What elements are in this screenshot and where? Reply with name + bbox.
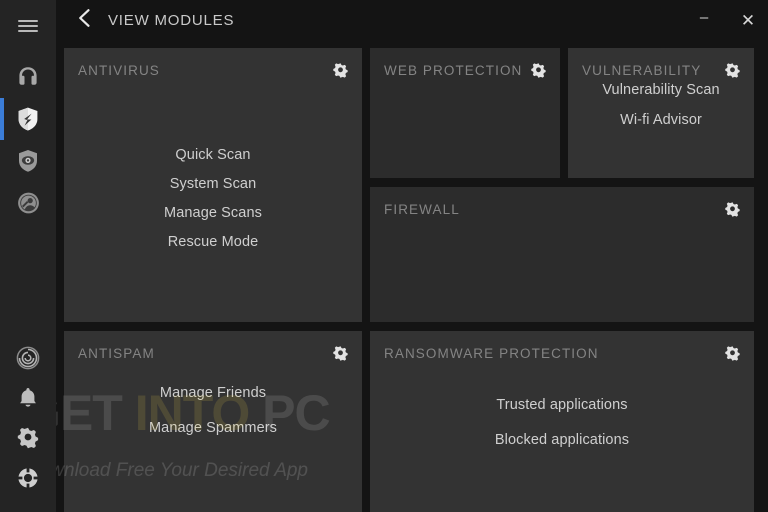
link-manage-spammers[interactable]: Manage Spammers xyxy=(149,420,277,436)
module-links: Vulnerability Scan Wi-fi Advisor xyxy=(568,48,754,178)
shield-eye-privacy-icon xyxy=(15,147,41,175)
sidebar-item-antivirus-shield[interactable] xyxy=(0,98,56,140)
window-controls: – ✕ xyxy=(682,0,768,40)
module-panel-web-protection[interactable]: WEB PROTECTION xyxy=(370,48,560,178)
chevron-left-icon xyxy=(75,8,93,33)
link-quick-scan[interactable]: Quick Scan xyxy=(175,147,250,163)
link-vulnerability-scan[interactable]: Vulnerability Scan xyxy=(602,82,719,98)
back-button[interactable] xyxy=(70,6,98,34)
link-manage-friends[interactable]: Manage Friends xyxy=(160,385,266,401)
gear-icon[interactable] xyxy=(527,59,549,81)
link-rescue-mode[interactable]: Rescue Mode xyxy=(168,234,259,250)
module-links: Quick Scan System Scan Manage Scans Resc… xyxy=(64,48,362,322)
module-links: Manage Friends Manage Spammers xyxy=(64,331,362,512)
link-system-scan[interactable]: System Scan xyxy=(170,176,257,192)
module-panel-vulnerability[interactable]: VULNERABILITY Vulnerability Scan Wi-fi A… xyxy=(568,48,754,178)
hamburger-line xyxy=(18,30,38,32)
sidebar-item-privacy-shield-eye[interactable] xyxy=(0,140,56,182)
sidebar-item-protection-headset[interactable] xyxy=(0,56,56,98)
headset-icon xyxy=(14,63,42,91)
title-bar: VIEW MODULES – ✕ xyxy=(56,0,768,40)
bell-notification-icon xyxy=(16,385,40,411)
module-panel-antivirus[interactable]: ANTIVIRUS Quick Scan System Scan Manage … xyxy=(64,48,362,322)
link-wifi-advisor[interactable]: Wi-fi Advisor xyxy=(620,112,702,128)
link-blocked-applications[interactable]: Blocked applications xyxy=(495,432,629,448)
gear-settings-icon xyxy=(16,426,40,450)
sidebar-nav-bottom xyxy=(0,338,56,512)
module-panel-antispam[interactable]: ANTISPAM Manage Friends Manage Spammers xyxy=(64,331,362,512)
sidebar-item-settings[interactable] xyxy=(0,418,56,458)
shield-icon xyxy=(15,105,41,133)
hamburger-line xyxy=(18,25,38,27)
close-button[interactable]: ✕ xyxy=(726,0,768,40)
link-manage-scans[interactable]: Manage Scans xyxy=(164,205,262,221)
tune-up-spiral-icon xyxy=(15,345,41,371)
sidebar-item-notifications[interactable] xyxy=(0,378,56,418)
sidebar-item-parental-control[interactable] xyxy=(0,182,56,224)
minimize-button[interactable]: – xyxy=(682,0,726,40)
link-trusted-applications[interactable]: Trusted applications xyxy=(496,397,627,413)
module-links: Trusted applications Blocked application… xyxy=(370,331,754,512)
hamburger-menu-icon[interactable] xyxy=(0,4,56,48)
main-content: VIEW MODULES – ✕ ANTIVIRUS Quick Scan Sy… xyxy=(56,0,768,512)
lifebuoy-support-icon xyxy=(16,466,40,490)
parental-control-icon xyxy=(15,189,42,217)
hamburger-line xyxy=(18,20,38,22)
modules-grid: ANTIVIRUS Quick Scan System Scan Manage … xyxy=(56,40,768,512)
application-window: VIEW MODULES – ✕ ANTIVIRUS Quick Scan Sy… xyxy=(0,0,768,512)
module-title: WEB PROTECTION xyxy=(384,63,523,78)
sidebar-item-tuneup[interactable] xyxy=(0,338,56,378)
sidebar xyxy=(0,0,56,512)
module-title: FIREWALL xyxy=(384,202,460,217)
module-panel-ransomware-protection[interactable]: RANSOMWARE PROTECTION Trusted applicatio… xyxy=(370,331,754,512)
module-panel-firewall[interactable]: FIREWALL xyxy=(370,187,754,322)
sidebar-nav-top xyxy=(0,56,56,224)
page-title: VIEW MODULES xyxy=(108,11,235,29)
sidebar-item-support[interactable] xyxy=(0,458,56,498)
gear-icon[interactable] xyxy=(721,198,743,220)
